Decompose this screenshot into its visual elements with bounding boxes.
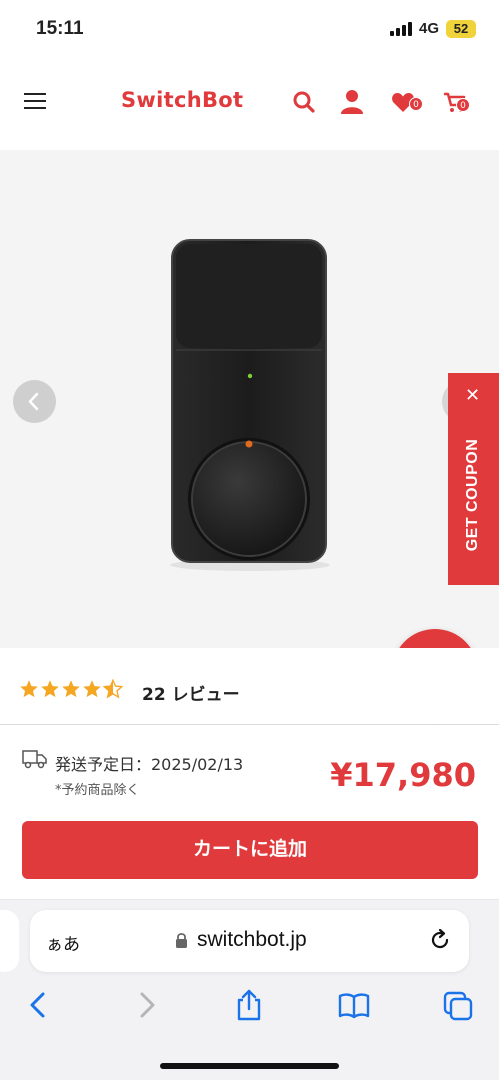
product-gallery: ✕ GET COUPON: [0, 150, 499, 648]
star-full-icon: [20, 680, 38, 698]
coupon-close-icon[interactable]: ✕: [465, 385, 480, 406]
status-bar: 15:11 4G 52: [0, 0, 499, 58]
signal-icon: [390, 22, 414, 36]
product-price: ¥17,980: [330, 756, 476, 794]
cart-count-badge: 0: [456, 98, 470, 112]
star-half-icon: [103, 679, 123, 699]
chevron-left-icon: [28, 392, 39, 411]
star-rating: [19, 679, 123, 699]
coupon-label: GET COUPON: [464, 438, 481, 552]
review-count[interactable]: 22 レビュー: [142, 680, 240, 705]
truck-icon: [22, 750, 47, 769]
share-icon[interactable]: [233, 988, 265, 1022]
reload-icon[interactable]: [428, 928, 452, 952]
cart-button[interactable]: 0: [443, 88, 473, 116]
shipping-note: *予約商品除く: [55, 783, 140, 798]
back-icon[interactable]: [23, 988, 55, 1022]
add-to-cart-button[interactable]: カートに追加: [22, 821, 478, 879]
star-full-icon: [62, 680, 80, 698]
network-label: 4G: [419, 20, 440, 37]
site-header: SwitchBot 0 0: [0, 58, 499, 150]
menu-icon[interactable]: [24, 91, 48, 111]
prev-image-button[interactable]: [13, 380, 56, 423]
product-image: [170, 239, 330, 571]
shipping-date: 発送予定日：2025/02/13: [55, 755, 244, 774]
url-text[interactable]: switchbot.jp: [197, 928, 307, 952]
star-full-icon: [83, 680, 101, 698]
tabs-icon[interactable]: [442, 988, 474, 1022]
browser-chrome: ぁあ switchbot.jp: [0, 900, 499, 1080]
star-full-icon: [41, 680, 59, 698]
forward-icon[interactable]: [130, 988, 162, 1022]
wishlist-count-badge: 0: [409, 97, 423, 111]
lock-icon: [176, 933, 187, 948]
purchase-panel: 発送予定日：2025/02/13 *予約商品除く ¥17,980 カートに追加: [0, 726, 499, 900]
wishlist-button[interactable]: 0: [391, 88, 425, 116]
previous-tab-peek[interactable]: [0, 910, 19, 972]
search-icon[interactable]: [290, 88, 318, 116]
switchbot-logo[interactable]: SwitchBot: [121, 88, 243, 112]
address-bar[interactable]: ぁあ switchbot.jp: [30, 910, 469, 972]
home-indicator: [160, 1063, 339, 1069]
status-time: 15:11: [36, 18, 84, 39]
reader-options-button[interactable]: ぁあ: [46, 930, 80, 955]
bookmarks-icon[interactable]: [338, 988, 370, 1022]
get-coupon-tab[interactable]: ✕ GET COUPON: [448, 373, 499, 585]
account-icon[interactable]: [338, 88, 366, 116]
battery-indicator: 52: [446, 20, 476, 38]
review-summary[interactable]: 22 レビュー: [0, 648, 499, 725]
